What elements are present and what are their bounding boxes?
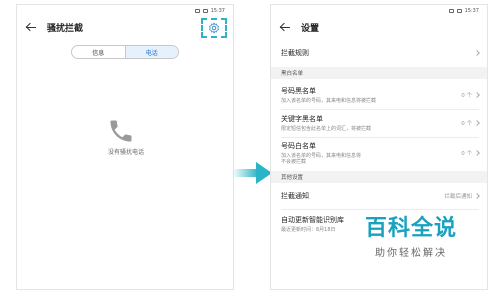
row-subtitle: 限定短信包含此名单上的词汇，将被拦截 (281, 125, 372, 132)
row-title: 自动更新智能识别库 (281, 215, 344, 224)
number-whitelist-row[interactable]: 号码白名单 加入该名单的号码，其来电和信息将 不会被拦截 0 个 (271, 139, 487, 167)
transition-arrow-icon (232, 162, 272, 184)
divider (281, 137, 479, 138)
intercept-rules-row[interactable]: 拦截规则 (271, 43, 487, 63)
chevron-right-icon (474, 193, 480, 199)
status-bar: 15:37 (17, 5, 233, 17)
left-screen: 15:37 骚扰拦截 信息 电话 没有骚扰电话 (16, 4, 234, 290)
watermark-subtitle: 助你轻松解决 (375, 248, 447, 259)
tab-messages[interactable]: 信息 (72, 46, 125, 58)
intercept-notification-row[interactable]: 拦截通知 拦截后通知 (271, 185, 487, 207)
chevron-right-icon (474, 92, 480, 98)
chevron-right-icon (474, 120, 480, 126)
row-value: 0 个 (461, 121, 472, 127)
watermark: 百科全说 助你轻松解决 (350, 214, 472, 270)
page-title: 设置 (301, 23, 320, 34)
divider (281, 109, 479, 110)
divider (281, 209, 479, 210)
row-subtitle: 加入该名单的号码，其来电和信息将 不会被拦截 (281, 152, 362, 166)
keyword-blacklist-row[interactable]: 关键字黑名单 限定短信包含此名单上的词汇，将被拦截 0 个 (271, 111, 487, 135)
row-value: 0 个 (461, 151, 472, 157)
page-title: 骚扰拦截 (47, 23, 84, 34)
title-bar: 设置 (271, 17, 487, 37)
row-title: 号码白名单 (281, 141, 316, 150)
row-subtitle: 加入该名单的号码，其来电和信息将被拦截 (281, 97, 377, 104)
status-time: 15:37 (464, 8, 479, 14)
section-header: 黑白名单 (271, 67, 487, 79)
signal-icon (194, 9, 200, 13)
row-value: 0 个 (461, 93, 472, 99)
chevron-right-icon (474, 50, 480, 56)
battery-icon (456, 9, 462, 13)
tab-calls[interactable]: 电话 (124, 46, 178, 58)
watermark-title: 百科全说 (364, 216, 457, 241)
arrow-left-icon[interactable] (279, 21, 291, 33)
signal-icon (448, 9, 454, 13)
chevron-right-icon (474, 150, 480, 156)
row-title: 号码黑名单 (281, 86, 316, 95)
row-title: 拦截规则 (281, 49, 309, 57)
gear-icon (209, 22, 219, 34)
row-title: 拦截通知 (281, 192, 309, 200)
arrow-left-icon[interactable] (25, 21, 37, 33)
number-blacklist-row[interactable]: 号码黑名单 加入该名单的号码，其来电和信息将被拦截 0 个 (271, 83, 487, 107)
row-title: 关键字黑名单 (281, 114, 323, 123)
status-bar: 15:37 (271, 5, 487, 17)
section-header: 其他设置 (271, 171, 487, 183)
phone-handset-icon (110, 120, 132, 142)
battery-icon (202, 9, 208, 13)
tab-bar: 信息 电话 (71, 45, 179, 59)
row-subtitle: 最近更新时间：8月18日 (281, 226, 336, 233)
empty-state-text: 没有骚扰电话 (107, 149, 144, 156)
settings-button[interactable] (201, 18, 227, 38)
row-value: 拦截后通知 (444, 194, 472, 200)
status-time: 15:37 (210, 8, 225, 14)
